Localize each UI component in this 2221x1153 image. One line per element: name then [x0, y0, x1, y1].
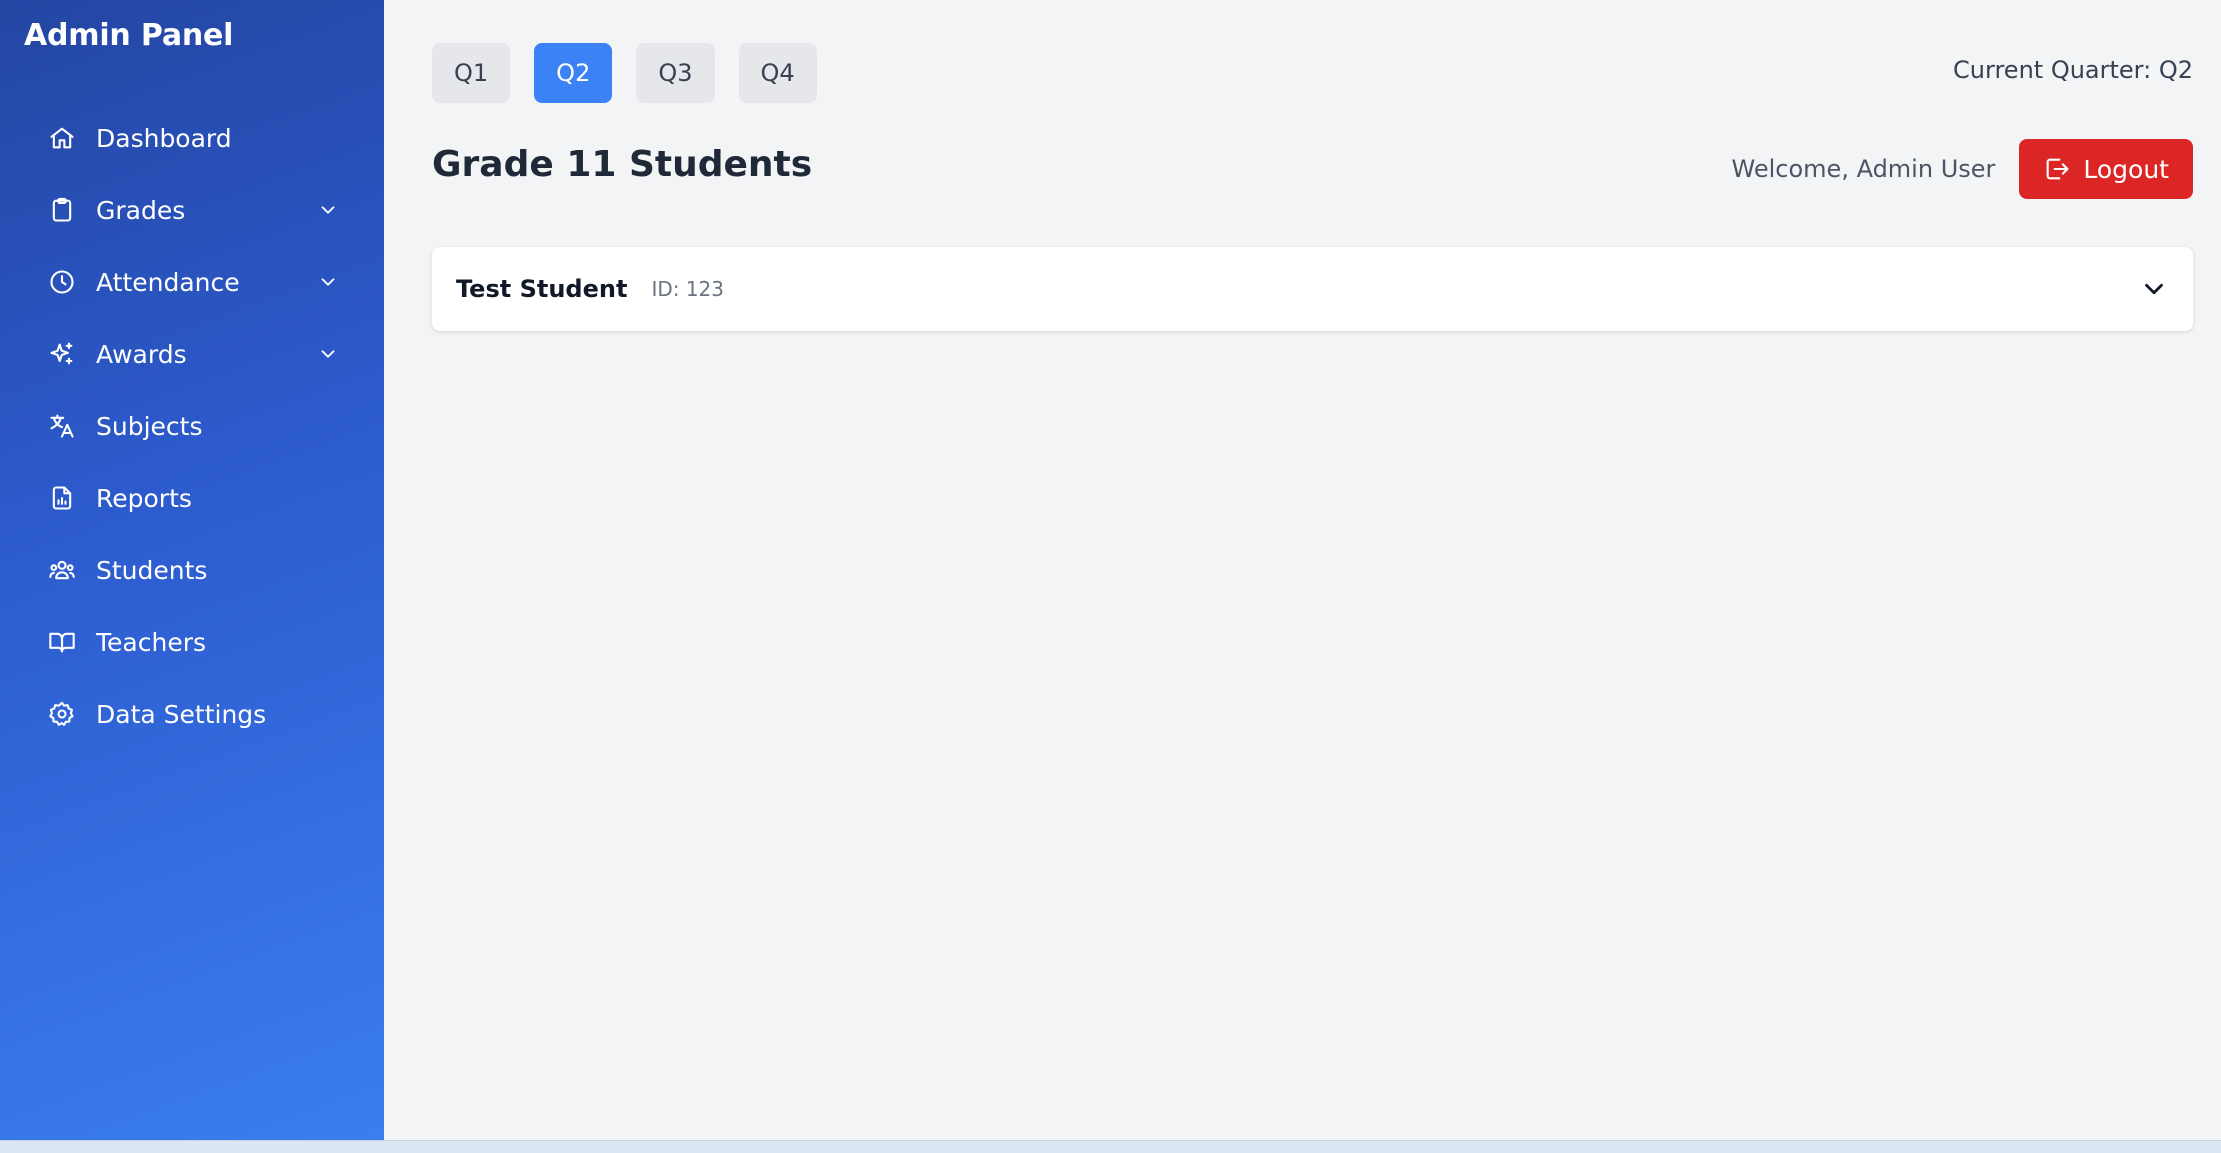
sidebar-nav: Dashboard Grades Attendance Awards Subje…: [0, 102, 384, 750]
chevron-down-icon[interactable]: [2139, 274, 2169, 304]
sidebar-item-data-settings[interactable]: Data Settings: [0, 678, 384, 750]
book-icon: [48, 628, 76, 656]
clock-icon: [48, 268, 76, 296]
chevron-down-icon[interactable]: [316, 198, 340, 222]
clipboard-icon: [48, 196, 76, 224]
sidebar-item-label: Data Settings: [96, 699, 267, 729]
sidebar-item-subjects[interactable]: Subjects: [0, 390, 384, 462]
logout-icon: [2043, 155, 2071, 183]
sidebar-item-label: Subjects: [96, 411, 203, 441]
quarter-button-q3[interactable]: Q3: [636, 43, 715, 103]
users-icon: [48, 556, 76, 584]
sidebar-item-label: Attendance: [96, 267, 240, 297]
chevron-down-icon[interactable]: [316, 342, 340, 366]
sidebar-item-label: Dashboard: [96, 123, 232, 153]
main-content: Q1 Q2 Q3 Q4 Current Quarter: Q2 Grade 11…: [384, 0, 2221, 1140]
student-name: Test Student: [456, 275, 628, 303]
sidebar-item-teachers[interactable]: Teachers: [0, 606, 384, 678]
sidebar: Admin Panel Dashboard Grades Attendance …: [0, 0, 384, 1140]
gear-icon: [48, 700, 76, 728]
sidebar-item-label: Reports: [96, 483, 192, 513]
quarter-button-q4[interactable]: Q4: [738, 43, 817, 103]
sidebar-item-label: Teachers: [96, 627, 206, 657]
sidebar-item-attendance[interactable]: Attendance: [0, 246, 384, 318]
logout-button[interactable]: Logout: [2019, 139, 2193, 199]
sidebar-item-grades[interactable]: Grades: [0, 174, 384, 246]
quarter-button-q1[interactable]: Q1: [432, 43, 511, 103]
sidebar-title: Admin Panel: [24, 18, 234, 53]
report-icon: [48, 484, 76, 512]
quarter-selector: Q1 Q2 Q3 Q4: [432, 43, 817, 103]
page-title: Grade 11 Students: [432, 144, 813, 185]
current-quarter-label: Current Quarter: Q2: [1953, 56, 2193, 84]
sidebar-item-reports[interactable]: Reports: [0, 462, 384, 534]
home-icon: [48, 124, 76, 152]
window-bottom-bar: [0, 1140, 2221, 1153]
student-row[interactable]: Test Student ID: 123: [432, 247, 2193, 331]
language-icon: [48, 412, 76, 440]
quarter-button-q2[interactable]: Q2: [534, 43, 613, 103]
sidebar-item-label: Awards: [96, 339, 187, 369]
chevron-down-icon[interactable]: [316, 270, 340, 294]
sparkles-icon: [48, 340, 76, 368]
app: Admin Panel Dashboard Grades Attendance …: [0, 0, 2221, 1140]
sidebar-item-label: Students: [96, 555, 208, 585]
user-area: Welcome, Admin User Logout: [1732, 139, 2193, 199]
logout-label: Logout: [2083, 154, 2169, 184]
sidebar-item-label: Grades: [96, 195, 186, 225]
sidebar-item-dashboard[interactable]: Dashboard: [0, 102, 384, 174]
welcome-text: Welcome, Admin User: [1731, 155, 1996, 183]
sidebar-item-students[interactable]: Students: [0, 534, 384, 606]
sidebar-item-awards[interactable]: Awards: [0, 318, 384, 390]
student-id: ID: 123: [651, 277, 725, 301]
